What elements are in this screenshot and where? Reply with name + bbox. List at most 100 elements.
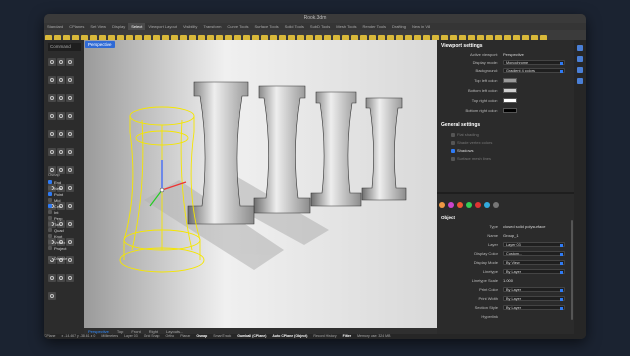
disable-checkbox[interactable] [48, 256, 52, 260]
display-tab-icon[interactable] [577, 67, 583, 73]
object-display-mode-value[interactable]: By View [503, 260, 565, 265]
menu-tab[interactable]: Mesh Tools [333, 23, 359, 30]
tool-icon[interactable] [57, 94, 65, 102]
status-toggle[interactable]: Gumball (CPlane) [237, 334, 266, 338]
menu-tab[interactable]: Display [109, 23, 128, 30]
settings-icon[interactable] [493, 202, 499, 208]
menu-tab[interactable]: Standard [44, 23, 66, 30]
command-input[interactable]: Command [48, 43, 81, 51]
light-icon[interactable] [457, 202, 463, 208]
rook-3[interactable] [310, 91, 362, 207]
general-option-checkbox[interactable] [451, 149, 455, 153]
osnap-disable[interactable]: Disable [48, 255, 81, 261]
osnap-checkbox[interactable] [48, 192, 52, 196]
menu-tab[interactable]: Render Tools [359, 23, 389, 30]
top-left-color-swatch[interactable] [503, 78, 517, 83]
properties-tab-icon[interactable] [577, 45, 583, 51]
osnap-checkbox[interactable] [48, 222, 52, 226]
menu-tab[interactable]: Viewport Layout [145, 23, 180, 30]
tool-icon[interactable] [66, 58, 74, 66]
tool-icon[interactable] [66, 76, 74, 84]
tool-icon[interactable] [66, 130, 74, 138]
menu-tab[interactable]: New in V8 [409, 23, 433, 30]
general-option[interactable]: Flat shading [437, 132, 574, 139]
layer-icon[interactable] [466, 202, 472, 208]
menu-tab[interactable]: Drafting [389, 23, 409, 30]
general-option-checkbox[interactable] [451, 157, 455, 161]
osnap-checkbox[interactable] [48, 216, 52, 220]
osnap-checkbox[interactable] [48, 210, 52, 214]
object-display-color-value[interactable]: Custom... [503, 251, 565, 256]
status-toggle[interactable]: Record History [313, 334, 336, 338]
help-tab-icon[interactable] [577, 78, 583, 84]
tool-icon[interactable] [57, 58, 65, 66]
osnap-checkbox[interactable] [48, 198, 52, 202]
texture-icon[interactable] [475, 202, 481, 208]
osnap-item[interactable]: Project [48, 245, 81, 251]
tool-icon[interactable] [48, 130, 56, 138]
osnap-checkbox[interactable] [48, 180, 52, 184]
menu-tab[interactable]: Surface Tools [251, 23, 281, 30]
osnap-checkbox[interactable] [48, 246, 52, 250]
menu-tab[interactable]: CPlanes [66, 23, 87, 30]
tool-icon[interactable] [48, 58, 56, 66]
status-toggle[interactable]: Ortho [165, 334, 174, 338]
layers-tab-icon[interactable] [577, 56, 583, 62]
tool-icon[interactable] [57, 274, 65, 282]
display-icon[interactable] [448, 202, 454, 208]
menu-tab[interactable]: Solid Tools [282, 23, 307, 30]
general-option[interactable]: Surface mesh lines [437, 156, 574, 163]
top-right-color-swatch[interactable] [503, 98, 517, 103]
tool-icon[interactable] [66, 148, 74, 156]
tool-icon[interactable] [48, 274, 56, 282]
display-mode-dropdown[interactable]: Monochrome [503, 60, 565, 65]
general-option-checkbox[interactable] [451, 133, 455, 137]
status-toggle[interactable]: Filter [343, 334, 352, 338]
object-layer-value[interactable]: Layer 03 [503, 242, 565, 247]
osnap-checkbox[interactable] [48, 240, 52, 244]
tool-icon[interactable] [57, 130, 65, 138]
tool-icon[interactable] [57, 112, 65, 120]
tool-icon[interactable] [57, 148, 65, 156]
rook-4[interactable] [361, 97, 407, 201]
material-icon[interactable] [439, 202, 445, 208]
tool-icon[interactable] [66, 274, 74, 282]
object-section-style-value[interactable]: By Layer [503, 305, 565, 310]
general-option-checkbox[interactable] [451, 141, 455, 145]
tool-icon[interactable] [48, 112, 56, 120]
general-option[interactable]: Shade vertex colors [437, 140, 574, 147]
object-print-width-value[interactable]: By Layer [503, 296, 565, 301]
tool-icon[interactable] [48, 94, 56, 102]
tool-icon[interactable] [48, 292, 56, 300]
object-linetype-value[interactable]: By Layer [503, 269, 565, 274]
menu-tab[interactable]: Transform [200, 23, 224, 30]
status-toggle[interactable]: Grid Snap [144, 334, 160, 338]
object-print-color-value[interactable]: By Layer [503, 287, 565, 292]
perspective-viewport[interactable]: Perspective [84, 40, 437, 329]
panel-scrollbar[interactable] [571, 220, 573, 320]
menu-tab[interactable]: Set View [87, 23, 109, 30]
tool-icon[interactable] [66, 112, 74, 120]
environment-icon[interactable] [484, 202, 490, 208]
bottom-right-color-swatch[interactable] [503, 108, 517, 113]
status-toggle[interactable]: SmartTrack [213, 334, 231, 338]
tool-icon[interactable] [48, 76, 56, 84]
tool-icon[interactable] [48, 148, 56, 156]
viewport-title[interactable]: Perspective [85, 41, 115, 48]
tool-icon[interactable] [57, 76, 65, 84]
bottom-left-color-swatch[interactable] [503, 88, 517, 93]
osnap-checkbox[interactable] [48, 228, 52, 232]
menu-tab[interactable]: Select [128, 23, 146, 30]
tool-icon[interactable] [66, 94, 74, 102]
status-toggle[interactable]: Planar [180, 334, 190, 338]
menu-tab[interactable]: Curve Tools [224, 23, 251, 30]
menu-tab[interactable]: Visibility [180, 23, 200, 30]
general-option[interactable]: Shadows [437, 148, 574, 155]
osnap-checkbox[interactable] [48, 204, 52, 208]
menu-tab[interactable]: SubD Tools [307, 23, 333, 30]
background-dropdown[interactable]: Gradient 4 colors [503, 68, 565, 73]
status-toggle[interactable]: Auto CPlane (Object) [272, 334, 307, 338]
osnap-checkbox[interactable] [48, 186, 52, 190]
status-toggle[interactable]: Osnap [196, 334, 207, 338]
osnap-checkbox[interactable] [48, 234, 52, 238]
